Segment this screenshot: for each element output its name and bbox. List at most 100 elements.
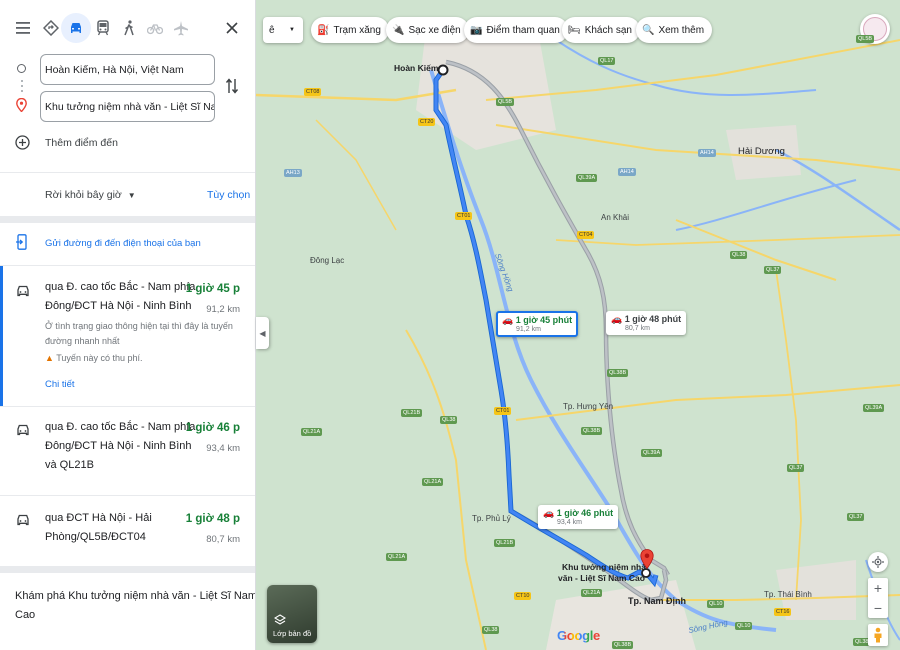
road-shield: CT04 xyxy=(577,231,595,239)
place-label: Tp. Hưng Yên xyxy=(563,402,614,411)
flight-mode-icon[interactable] xyxy=(167,14,195,42)
callout-duration: 🚗 1 giờ 46 phút xyxy=(543,508,613,519)
road-shield: CT08 xyxy=(304,88,322,96)
route-name-line: qua ĐCT Hà Nội - Hải xyxy=(45,512,152,524)
caret-down-icon: ▼ xyxy=(127,191,136,200)
bicycle-mode-icon[interactable] xyxy=(141,14,169,42)
road-shield: QL38 xyxy=(440,416,458,424)
car-icon xyxy=(16,423,30,441)
road-shield: QL21A xyxy=(422,478,444,486)
car-icon: 🚗 xyxy=(543,508,555,518)
route-name-line: Đông/ĐCT Hà Nội - Ninh Bình xyxy=(45,300,192,312)
road-shield: QL21B xyxy=(401,409,423,417)
road-shield: QL38 xyxy=(482,626,500,634)
road-shield: QL10 xyxy=(707,600,725,608)
chip-label: Khách sạn xyxy=(584,24,632,36)
google-logo-text: Google xyxy=(557,628,600,643)
bed-icon: 🛏 xyxy=(568,24,581,36)
destination-input[interactable]: Khu tưởng niệm nhà văn - Liệt Sĩ Nam Cao xyxy=(40,91,215,122)
map-canvas[interactable]: ê ▼ ⛽ Trạm xăng 🔌 Sạc xe điện 📷 Điểm tham qu… xyxy=(256,0,900,650)
road-shield: CT01 xyxy=(455,212,473,220)
chip-gas-station[interactable]: ⛽ Trạm xăng xyxy=(311,17,389,43)
road-shield: AH14 xyxy=(618,168,636,176)
road-shield: QL37 xyxy=(847,513,865,521)
google-logo: Google xyxy=(557,628,600,643)
callout-duration: 🚗 1 giờ 48 phút xyxy=(611,314,681,325)
route-callout[interactable]: 🚗 1 giờ 48 phút 80,7 km xyxy=(606,311,687,335)
place-label: Tp. Thái Bình xyxy=(764,590,812,599)
road-shield: QL17 xyxy=(598,57,616,65)
road-shield: QL5B xyxy=(496,98,515,106)
route-option-3[interactable]: qua ĐCT Hà Nội - Hải Phòng/QL5B/ĐCT04 1 … xyxy=(0,496,255,566)
transit-mode-icon[interactable] xyxy=(89,14,117,42)
traffic-note: Ở tình trạng giao thông hiện tại thì đây… xyxy=(45,321,233,331)
send-to-phone-link[interactable]: Gửi đường đi đến điện thoại của bạn xyxy=(45,238,201,249)
road-shield: QL39A xyxy=(641,449,663,457)
walking-mode-icon[interactable] xyxy=(115,14,143,42)
callout-duration-text: 1 giờ 48 phút xyxy=(624,314,682,324)
language-label: ê xyxy=(269,24,275,36)
route-option-2[interactable]: qua Đ. cao tốc Bắc - Nam phía Đông/ĐCT H… xyxy=(0,407,255,495)
map-layers-button[interactable]: Lớp bản đồ xyxy=(267,585,317,643)
close-icon[interactable] xyxy=(218,14,246,42)
chip-label: Điểm tham quan xyxy=(486,24,560,36)
road-shield: QL21A xyxy=(386,553,408,561)
explore-heading: Khám phá Khu tưởng niệm nhà văn - Liệt S… xyxy=(15,590,256,602)
caret-down-icon: ▼ xyxy=(289,27,295,33)
depart-time-dropdown[interactable]: Rời khỏi bây giờ ▼ xyxy=(45,189,136,201)
route-callout[interactable]: 🚗 1 giờ 46 phút 93,4 km xyxy=(538,505,619,529)
place-label: Đông Lạc xyxy=(310,256,345,265)
zoom-in-icon[interactable]: + xyxy=(874,578,882,598)
my-location-icon[interactable] xyxy=(868,552,888,572)
collapse-panel-icon[interactable]: ◀ xyxy=(256,317,269,349)
camera-icon: 📷 xyxy=(470,24,483,36)
chip-ev-charging[interactable]: 🔌 Sạc xe điện xyxy=(386,17,469,43)
chip-hotels[interactable]: 🛏 Khách sạn xyxy=(562,17,640,43)
zoom-controls: + − xyxy=(868,578,888,618)
car-icon: 🚗 xyxy=(502,315,514,325)
route-duration: 1 giờ 46 p xyxy=(185,422,240,434)
menu-icon[interactable] xyxy=(9,14,37,42)
route-option-1[interactable]: qua Đ. cao tốc Bắc - Nam phía Đông/ĐCT H… xyxy=(0,266,255,406)
traffic-note: đường nhanh nhất xyxy=(45,336,120,346)
road-shield: QL5B xyxy=(856,35,875,43)
chip-more[interactable]: 🔍 Xem thêm xyxy=(636,17,713,43)
zoom-out-icon[interactable]: − xyxy=(874,598,882,618)
add-destination-button[interactable]: Thêm điểm đến xyxy=(45,137,118,149)
car-mode-icon[interactable] xyxy=(61,13,91,43)
add-destination-icon[interactable] xyxy=(15,135,30,155)
travel-mode-bar xyxy=(0,13,255,44)
options-button[interactable]: Tùy chọn xyxy=(207,189,250,201)
place-label: Tp. Phủ Lý xyxy=(472,514,511,523)
road-shield: CT16 xyxy=(774,608,792,616)
chip-label: Xem thêm xyxy=(658,24,705,36)
street-view-pegman-icon[interactable] xyxy=(868,624,888,646)
road-shield: QL10 xyxy=(735,622,753,630)
road-shield: CT20 xyxy=(418,118,436,126)
road-shield: QL38B xyxy=(581,427,603,435)
warning-icon: ▲ xyxy=(45,353,54,363)
destination-label: văn - Liệt Sĩ Nam Cao xyxy=(558,573,645,583)
callout-duration-text: 1 giờ 46 phút xyxy=(556,508,614,518)
destination-pin-icon xyxy=(16,97,27,117)
place-label: Tp. Nam Định xyxy=(628,596,686,606)
route-callout-selected[interactable]: 🚗 1 giờ 45 phút 91,2 km xyxy=(496,311,579,337)
divider xyxy=(0,172,255,173)
details-link[interactable]: Chi tiết xyxy=(45,379,75,390)
route-name-line: Đông/ĐCT Hà Nội - Ninh Bình xyxy=(45,440,192,452)
chip-label: Sạc xe điện xyxy=(408,24,461,36)
car-icon: 🚗 xyxy=(611,314,623,324)
language-dropdown[interactable]: ê ▼ xyxy=(263,17,303,43)
origin-input[interactable]: Hoàn Kiếm, Hà Nội, Việt Nam xyxy=(40,54,215,85)
swap-icon[interactable] xyxy=(225,77,239,100)
callout-duration-text: 1 giờ 45 phút xyxy=(515,315,573,325)
ev-charging-icon: 🔌 xyxy=(392,24,405,36)
callout-distance: 91,2 km xyxy=(516,326,541,333)
selected-indicator xyxy=(0,266,3,406)
send-to-phone-icon xyxy=(16,234,27,255)
toll-warning: ▲ Tuyến này có thu phí. xyxy=(45,353,143,363)
search-icon: 🔍 xyxy=(642,24,655,36)
chip-attractions[interactable]: 📷 Điểm tham quan xyxy=(464,17,568,43)
directions-panel: Hoàn Kiếm, Hà Nội, Việt Nam Khu tưởng ni… xyxy=(0,0,256,650)
road-shield: AH14 xyxy=(698,149,716,157)
